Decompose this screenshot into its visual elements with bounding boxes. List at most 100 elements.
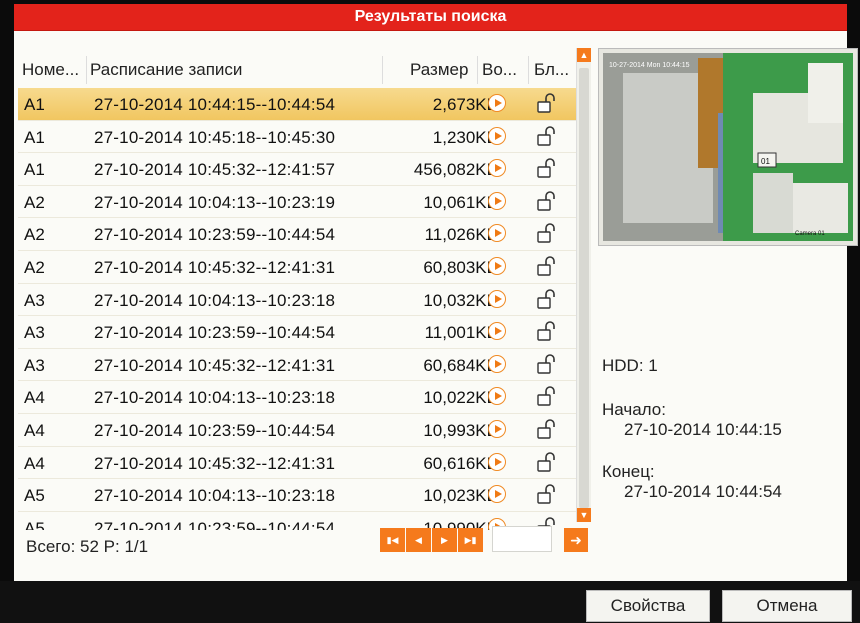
play-circle-icon[interactable] — [488, 452, 506, 471]
play-circle-icon[interactable] — [488, 419, 506, 438]
next-page-button[interactable]: ▶ — [432, 528, 457, 552]
play-circle-icon[interactable] — [488, 126, 506, 145]
table-row[interactable]: A4 27-10-2014 10:45:32--12:41:31 60,616KB — [18, 447, 576, 480]
camera-number: A3 — [24, 323, 45, 343]
unlock-icon[interactable] — [536, 353, 558, 375]
record-size: 60,616KB — [423, 453, 498, 473]
start-value: 27-10-2014 10:44:15 — [624, 420, 782, 439]
table-row[interactable]: A3 27-10-2014 10:04:13--10:23:18 10,032KB — [18, 284, 576, 317]
column-divider — [528, 56, 529, 84]
play-circle-icon[interactable] — [488, 289, 506, 308]
table-row[interactable]: A2 27-10-2014 10:23:59--10:44:54 11,026KB — [18, 218, 576, 251]
header-play[interactable]: Во... — [482, 60, 517, 80]
camera-number: A2 — [24, 225, 45, 245]
unlock-icon[interactable] — [536, 418, 558, 440]
preview-camera-label: Camera 01 — [795, 231, 825, 237]
table-row[interactable]: A2 27-10-2014 10:45:32--12:41:31 60,803KB — [18, 251, 576, 284]
header-size[interactable]: Размер — [410, 60, 468, 80]
pagination: ▮◀ ◀ ▶ ▶▮ — [380, 528, 483, 552]
table-row[interactable]: A1 27-10-2014 10:45:18--10:45:30 1,230KB — [18, 121, 576, 154]
camera-number: A1 — [24, 95, 45, 114]
header-camera-number[interactable]: Номе... — [22, 60, 79, 80]
preview-timestamp: 10-27-2014 Mon 10:44:15 — [609, 62, 690, 69]
unlock-icon[interactable] — [536, 190, 558, 212]
scroll-up-button[interactable]: ▲ — [577, 48, 591, 62]
preview-tag: 01 — [761, 157, 770, 166]
play-circle-icon[interactable] — [488, 387, 506, 406]
camera-number: A2 — [24, 257, 45, 277]
properties-button[interactable]: Свойства — [586, 590, 710, 622]
table-row[interactable]: A3 27-10-2014 10:45:32--12:41:31 60,684KB — [18, 349, 576, 382]
cancel-button[interactable]: Отмена — [722, 590, 852, 622]
unlock-icon[interactable] — [536, 222, 558, 244]
record-schedule: 27-10-2014 10:45:32--12:41:31 — [94, 257, 336, 277]
play-circle-icon[interactable] — [488, 191, 506, 210]
record-schedule: 27-10-2014 10:04:13--10:23:18 — [94, 486, 336, 506]
camera-number: A4 — [24, 453, 45, 473]
table-body: A1 27-10-2014 10:44:15--10:44:54 2,673KB A1… — [18, 88, 576, 530]
record-size: 10,061KB — [423, 192, 498, 212]
unlock-icon[interactable] — [536, 385, 558, 407]
header-schedule[interactable]: Расписание записи — [90, 60, 242, 80]
record-size: 11,026KB — [424, 225, 498, 245]
play-circle-icon[interactable] — [488, 224, 506, 243]
record-size: 10,023KB — [423, 486, 498, 506]
dialog-title: Результаты поиска — [14, 4, 847, 31]
camera-number: A1 — [24, 127, 45, 147]
table-scrollbar[interactable]: ▲ ▼ — [576, 48, 591, 522]
scroll-down-button[interactable]: ▼ — [577, 508, 591, 522]
record-schedule: 27-10-2014 10:44:15--10:44:54 — [94, 95, 336, 114]
table-row[interactable]: A3 27-10-2014 10:23:59--10:44:54 11,001KB — [18, 316, 576, 349]
column-divider — [477, 56, 478, 84]
hdd-info: HDD: 1 — [602, 356, 658, 375]
unlock-icon[interactable] — [536, 483, 558, 505]
camera-number: A4 — [24, 420, 45, 440]
unlock-icon[interactable] — [536, 255, 558, 277]
prev-page-button[interactable]: ◀ — [406, 528, 431, 552]
table-row[interactable]: A1 27-10-2014 10:45:32--12:41:57 456,082KB — [18, 153, 576, 186]
play-circle-icon[interactable] — [488, 485, 506, 504]
record-size: 10,032KB — [423, 290, 498, 310]
table-row[interactable]: A2 27-10-2014 10:04:13--10:23:19 10,061KB — [18, 186, 576, 219]
record-schedule: 27-10-2014 10:04:13--10:23:19 — [94, 192, 336, 212]
record-size: 10,022KB — [423, 388, 498, 408]
go-page-button[interactable]: ➜ — [564, 528, 588, 552]
unlock-icon[interactable] — [536, 125, 558, 147]
play-circle-icon[interactable] — [488, 159, 506, 178]
table-row[interactable]: A4 27-10-2014 10:04:13--10:23:18 10,022KB — [18, 381, 576, 414]
first-page-button[interactable]: ▮◀ — [380, 528, 405, 552]
unlock-icon[interactable] — [536, 451, 558, 473]
video-preview[interactable]: 01 10-27-2014 Mon 10:44:15 Camera 01 — [598, 48, 858, 246]
camera-number: A3 — [24, 355, 45, 375]
table-row[interactable]: A4 27-10-2014 10:23:59--10:44:54 10,993KB — [18, 414, 576, 447]
record-schedule: 27-10-2014 10:04:13--10:23:18 — [94, 290, 336, 310]
header-lock[interactable]: Бл... — [534, 60, 569, 80]
start-label: Начало: — [602, 400, 666, 419]
table-row[interactable]: A5 27-10-2014 10:04:13--10:23:18 10,023KB — [18, 479, 576, 512]
record-size: 456,082KB — [413, 160, 498, 180]
table-row[interactable]: A1 27-10-2014 10:44:15--10:44:54 2,673KB — [18, 88, 576, 121]
camera-number: A5 — [24, 518, 45, 530]
page-number-input[interactable] — [492, 526, 552, 552]
camera-number: A4 — [24, 388, 45, 408]
play-circle-icon[interactable] — [488, 256, 506, 275]
record-size: 11,001KB — [424, 323, 498, 343]
unlock-icon[interactable] — [536, 157, 558, 179]
scrollbar-thumb[interactable] — [579, 68, 589, 508]
play-circle-icon[interactable] — [488, 94, 506, 112]
total-count: Всего: 52 P: 1/1 — [26, 537, 149, 556]
record-schedule: 27-10-2014 10:23:59--10:44:54 — [94, 225, 336, 245]
play-circle-icon[interactable] — [488, 322, 506, 341]
record-schedule: 27-10-2014 10:04:13--10:23:18 — [94, 388, 336, 408]
end-value: 27-10-2014 10:44:54 — [624, 482, 782, 501]
record-size: 10,993KB — [423, 420, 498, 440]
unlock-icon[interactable] — [536, 92, 558, 114]
play-circle-icon[interactable] — [488, 354, 506, 373]
camera-snapshot: 01 10-27-2014 Mon 10:44:15 Camera 01 — [603, 53, 853, 241]
record-schedule: 27-10-2014 10:23:59--10:44:54 — [94, 420, 336, 440]
record-schedule: 27-10-2014 10:45:18--10:45:30 — [94, 127, 336, 147]
column-divider — [86, 56, 87, 84]
last-page-button[interactable]: ▶▮ — [458, 528, 483, 552]
unlock-icon[interactable] — [536, 288, 558, 310]
unlock-icon[interactable] — [536, 320, 558, 342]
